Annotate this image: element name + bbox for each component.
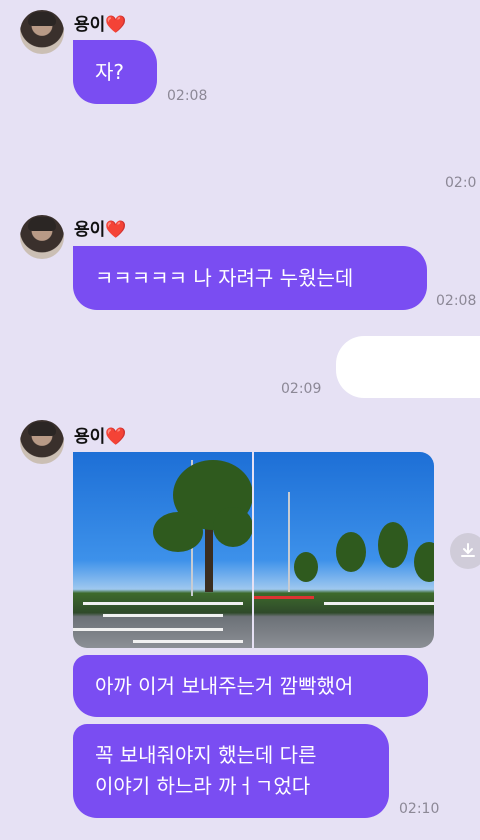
- avatar[interactable]: [20, 215, 64, 259]
- road-marking: [83, 602, 243, 605]
- sender-name-text: 용이: [74, 220, 106, 240]
- message-time: 02:08: [436, 293, 477, 309]
- message-time: 02:0: [445, 175, 477, 191]
- message-text-line: 이야기 하느라 까ㅓㄱ었다: [95, 774, 311, 798]
- avatar[interactable]: [20, 420, 64, 464]
- message-time: 02:09: [281, 381, 322, 397]
- road-marking: [133, 640, 243, 643]
- message-bubble[interactable]: 자?: [73, 40, 157, 104]
- tree: [153, 512, 203, 552]
- sender-name: 용이❤️: [74, 215, 126, 240]
- tree: [336, 532, 366, 572]
- sender-name-text: 용이: [74, 427, 106, 447]
- sender-name: 용이❤️: [74, 10, 126, 35]
- heart-icon: ❤️: [105, 15, 127, 35]
- sender-name: 용이❤️: [74, 422, 126, 447]
- outgoing-message-bubble[interactable]: [336, 336, 480, 398]
- message-bubble[interactable]: 꼭 보내줘야지 했는데 다른 이야기 하느라 까ㅓㄱ었다: [73, 724, 389, 818]
- road-marking: [254, 596, 314, 599]
- road-marking: [324, 602, 434, 605]
- avatar[interactable]: [20, 10, 64, 54]
- street-lamp: [288, 492, 290, 592]
- message-text: 아까 이거 보내주는거 깜빡했어: [95, 674, 354, 698]
- tree: [378, 522, 408, 568]
- message-time: 02:10: [399, 801, 440, 817]
- tree: [213, 507, 252, 547]
- tree: [294, 552, 318, 582]
- message-text: 자?: [95, 60, 125, 84]
- sender-name-text: 용이: [74, 15, 106, 35]
- heart-icon: ❤️: [105, 220, 127, 240]
- heart-icon: ❤️: [105, 427, 127, 447]
- road-marking: [73, 628, 223, 631]
- message-bubble[interactable]: ㅋㅋㅋㅋㅋ 나 자려구 누웠는데: [73, 246, 427, 310]
- photo-thumbnail[interactable]: [254, 452, 434, 648]
- download-icon: [461, 543, 475, 557]
- message-time: 02:08: [167, 88, 208, 104]
- message-text: ㅋㅋㅋㅋㅋ 나 자려구 누웠는데: [95, 266, 354, 290]
- message-text-line: 꼭 보내줘야지 했는데 다른: [95, 743, 317, 767]
- message-bubble[interactable]: 아까 이거 보내주는거 깜빡했어: [73, 655, 428, 717]
- road-marking: [103, 614, 223, 617]
- photo-thumbnail[interactable]: [73, 452, 252, 648]
- download-button[interactable]: [450, 533, 480, 569]
